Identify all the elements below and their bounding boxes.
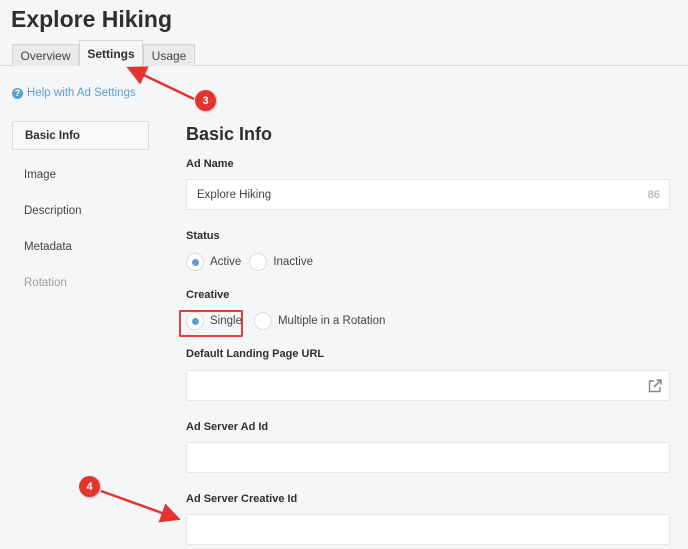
annotation-arrow-4 [100,489,181,523]
annotation-badge-3: 3 [195,90,216,111]
annotation-arrow-3 [126,66,195,101]
annotation-arrows [100,66,195,523]
annotation-badge-4: 4 [79,476,100,497]
